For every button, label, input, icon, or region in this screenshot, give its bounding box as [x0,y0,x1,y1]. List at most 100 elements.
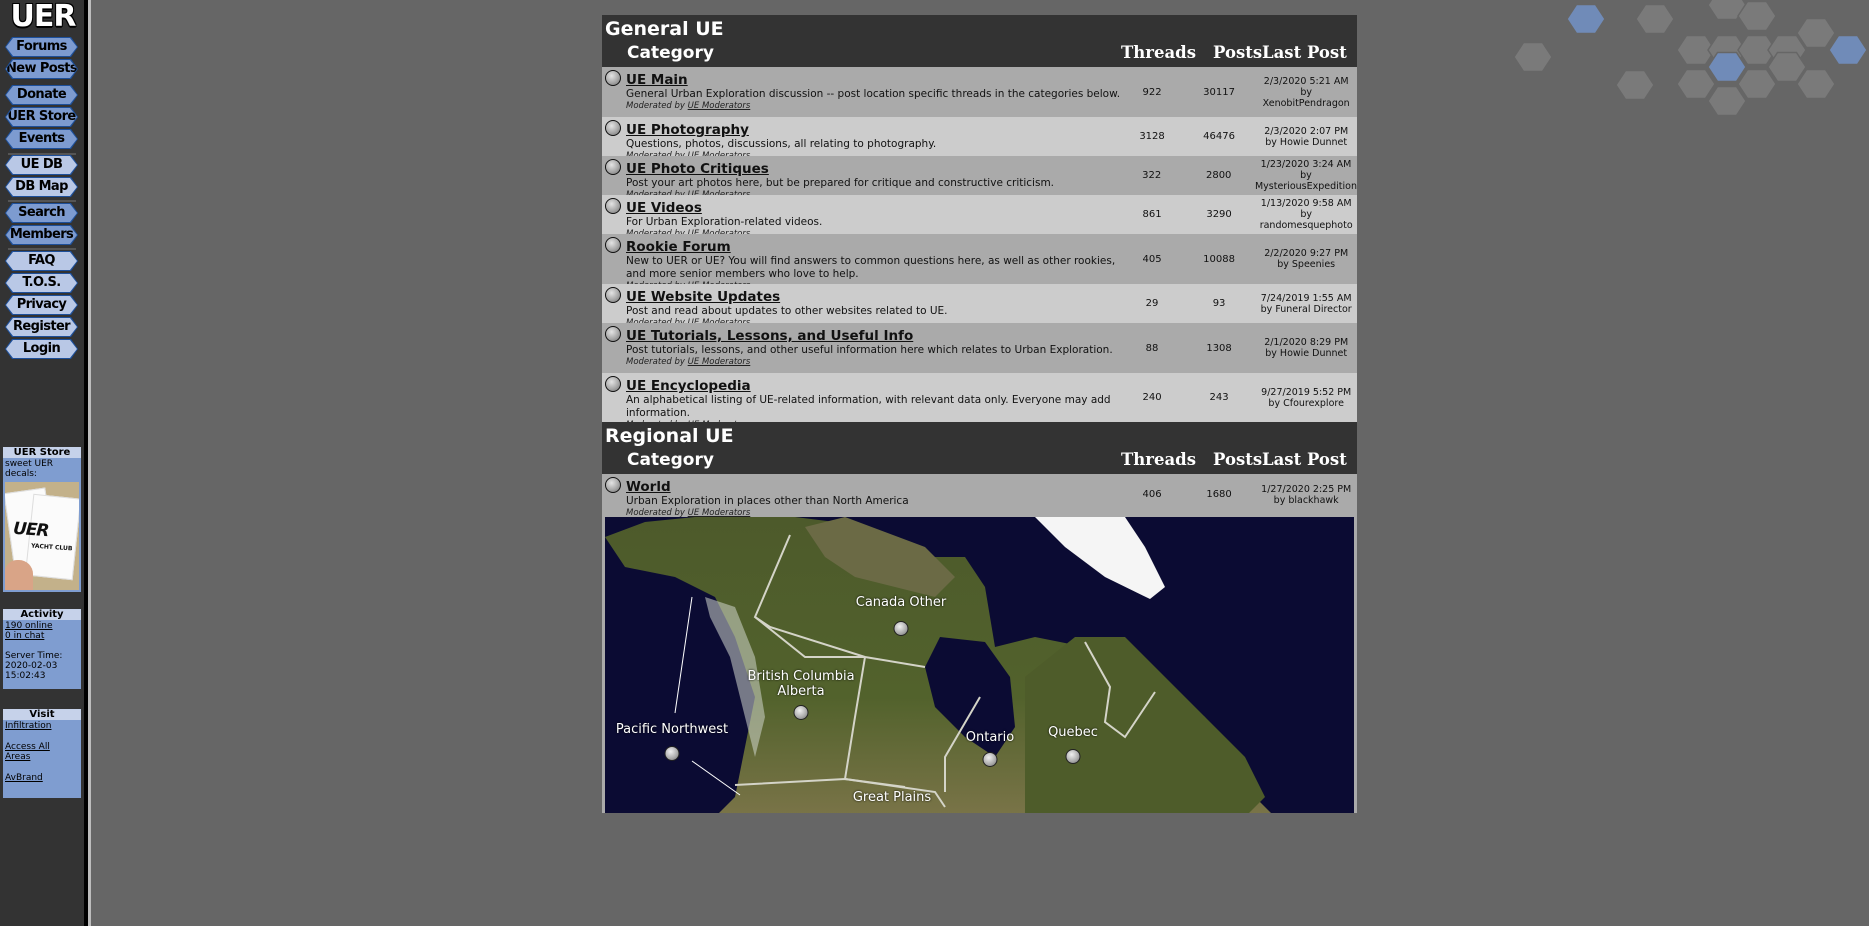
store-box: UER Store sweet UER decals: UER YACHT CL… [3,447,81,592]
column-header-threads: Threads [1121,450,1196,469]
visit-link-infiltration[interactable]: Infiltration [5,721,79,731]
nav-button-label: New Posts [6,60,77,78]
last-post-info[interactable]: 9/27/2019 5:52 PM by Cfourexplore [1255,373,1357,422]
store-box-title: UER Store [3,447,81,458]
moderators-line: Moderated by UE Moderators [626,357,1129,367]
forum-description: Urban Exploration in places other than N… [626,495,909,507]
forum-status-icon [605,237,621,253]
last-post-info[interactable]: 1/27/2020 2:25 PM by blackhawk [1255,474,1357,515]
last-post-info[interactable]: 2/3/2020 2:07 PM by Howie Dunnet [1255,117,1357,156]
forum-description: For Urban Exploration-related videos. [626,216,823,228]
hexagon-shape [1767,51,1807,83]
nav-button-privacy[interactable]: Privacy [5,295,78,315]
column-header-category: Category [627,43,714,63]
map-region-label-canada-other[interactable]: Canada Other [856,595,947,610]
section-title: General UE [605,18,724,40]
moderators-link[interactable]: UE Moderators [688,357,751,367]
forum-title-link[interactable]: UE Photo Critiques [626,161,769,177]
forum-title-link[interactable]: UE Videos [626,200,702,216]
nav-button-members[interactable]: Members [5,225,78,245]
last-post-info[interactable]: 2/1/2020 8:29 PM by Howie Dunnet [1255,323,1357,373]
store-box-text: sweet UER decals: [5,459,54,479]
forum-row: UE Website Updates Post and read about u… [602,284,1357,328]
hexagon-shape [1676,68,1716,100]
last-post-info[interactable]: 7/24/2019 1:55 AM by Funeral Director [1255,284,1357,323]
forum-row: UE Photography Questions, photos, discus… [602,117,1357,161]
forum-status-icon [605,477,621,493]
forum-row: UE Photo Critiques Post your art photos … [602,156,1357,200]
region-map[interactable]: Canada Other British Columbia Alberta Paci… [605,517,1354,813]
last-post-date: 7/24/2019 1:55 AM [1260,292,1352,304]
nav-button-search[interactable]: Search [5,203,78,223]
forum-title-link[interactable]: World [626,479,671,495]
hexagon-shape [1828,34,1868,66]
visit-box: Visit Infiltration Access All Areas AvBr… [3,709,81,798]
visit-link-access-all-areas[interactable]: Access All Areas [5,742,55,762]
last-post-date: 1/27/2020 2:25 PM [1261,483,1352,495]
last-post-date: 2/1/2020 8:29 PM [1264,337,1349,348]
map-pin-icon[interactable] [664,746,680,761]
last-post-date: 1/13/2020 9:58 AM [1260,198,1352,209]
forum-row: UE Main General Urban Exploration discus… [602,67,1357,117]
last-post-info[interactable]: 1/13/2020 9:58 AM by randomesquephoto [1255,195,1357,234]
online-count-link[interactable]: 190 online [5,621,79,631]
chat-count-link[interactable]: 0 in chat [5,631,79,641]
map-region-label-quebec[interactable]: Quebec [1048,725,1098,740]
decal-image[interactable]: UER YACHT CLUB [5,482,79,590]
map-region-label-pacific-northwest[interactable]: Pacific Northwest [616,722,728,737]
post-count: 93 [1212,298,1226,309]
server-clock: 15:02:43 [5,671,46,681]
nav-button-forums[interactable]: Forums [5,37,78,57]
hexagon-shape [1737,34,1777,66]
nav-button-uer-store[interactable]: UER Store [5,107,78,127]
nav-button-label: Login [6,340,77,358]
moderators-link[interactable]: UE Moderators [688,101,751,111]
forum-description: Post and read about updates to other web… [626,305,948,317]
moderators-line: Moderated by UE Moderators [626,101,1129,111]
map-pin-icon[interactable] [1065,749,1081,764]
forum-row: UE Videos For Urban Exploration-related … [602,195,1357,239]
forum-title-link[interactable]: UE Tutorials, Lessons, and Useful Info [626,328,913,344]
map-region-label-british-columbia-alberta[interactable]: British Columbia Alberta [747,669,854,699]
forum-title-link[interactable]: UE Encyclopedia [626,378,751,394]
forum-description: Post your art photos here, but be prepar… [626,177,1055,189]
last-post-info[interactable]: 1/23/2020 3:24 AM by MysteriousExpeditio… [1255,156,1357,195]
forum-title-link[interactable]: UE Website Updates [626,289,780,305]
last-post-info[interactable]: 2/3/2020 5:21 AM by XenobitPendragon [1255,67,1357,117]
nav-separator [8,153,76,155]
nav-button-db-map[interactable]: DB Map [5,177,78,197]
nav-button-new-posts[interactable]: New Posts [5,59,78,79]
visit-link-avbrand[interactable]: AvBrand [5,773,79,783]
forum-title-link[interactable]: UE Main [626,72,688,88]
last-post-info[interactable]: 2/2/2020 9:27 PM by Speenies [1255,234,1357,284]
moderated-by-label: Moderated by [626,101,685,111]
nav-button-login[interactable]: Login [5,339,78,359]
forum-title-link[interactable]: UE Photography [626,122,749,138]
last-post-date: 1/23/2020 3:24 AM [1260,159,1352,170]
map-graphic [605,517,1271,813]
column-header-threads: Threads [1121,43,1196,62]
forum-status-icon [605,326,621,342]
forum-status-icon [605,376,621,392]
nav-button-label: UE DB [6,156,77,174]
nav-button-t-o-s[interactable]: T.O.S. [5,273,78,293]
map-pin-icon[interactable] [893,621,909,636]
nav-button-donate[interactable]: Donate [5,85,78,105]
sidebar-edge [88,0,91,926]
column-header-last-post: Last Post [1262,43,1347,62]
site-logo[interactable]: UER [9,0,77,34]
map-pin-icon[interactable] [982,752,998,767]
hexagon-shape [1796,17,1836,49]
map-region-label-ontario[interactable]: Ontario [966,730,1014,745]
nav-button-ue-db[interactable]: UE DB [5,155,78,175]
sidebar: UER Forums New Posts Donate UER Store Events… [0,0,88,926]
column-header-posts: Posts [1213,450,1263,469]
forum-title-link[interactable]: Rookie Forum [626,239,731,255]
nav-button-register[interactable]: Register [5,317,78,337]
last-post-date: 2/2/2020 9:27 PM [1264,248,1349,259]
nav-button-events[interactable]: Events [5,129,78,149]
map-pin-icon[interactable] [793,705,809,720]
map-region-label-great-plains[interactable]: Great Plains [853,790,931,805]
nav-button-faq[interactable]: FAQ [5,251,78,271]
column-header-category: Category [627,450,714,470]
